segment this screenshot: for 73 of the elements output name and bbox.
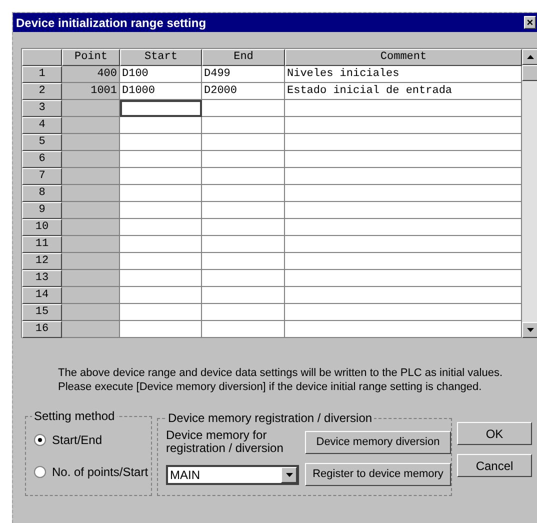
row-header: 3	[22, 100, 62, 117]
scroll-up-icon[interactable]	[522, 49, 537, 65]
notice-text: Please execute [Device memory diversion] if the device initial range setting is changed.	[58, 381, 482, 393]
table-cell	[62, 253, 120, 270]
table-cell	[62, 304, 120, 321]
table-cell[interactable]: D1000	[120, 83, 202, 100]
group-title: Setting method	[32, 409, 117, 423]
window-title: Device initialization range setting	[16, 14, 206, 32]
table-cell	[62, 168, 120, 185]
table-cell[interactable]	[120, 236, 202, 253]
field-label: Device memory for registration / diversion	[166, 429, 284, 455]
group-title: Device memory registration / diversion	[166, 411, 374, 425]
table-cell[interactable]	[120, 219, 202, 236]
table-cell[interactable]	[120, 134, 202, 151]
radio-option[interactable]: Start/End	[34, 431, 151, 449]
scrollbar[interactable]	[522, 49, 537, 338]
row-header: 5	[22, 134, 62, 151]
table-cell: 400	[62, 66, 120, 83]
row-header: 1	[22, 66, 62, 83]
row-header: 15	[22, 304, 62, 321]
row-header: 9	[22, 202, 62, 219]
row-header: 11	[22, 236, 62, 253]
table-cell	[62, 151, 120, 168]
row-header: 16	[22, 321, 62, 338]
table-cell[interactable]	[120, 117, 202, 134]
table-cell[interactable]	[120, 270, 202, 287]
row-header: 4	[22, 117, 62, 134]
memory-dropdown[interactable]: MAIN	[166, 465, 299, 485]
table-cell[interactable]	[120, 202, 202, 219]
row-header: 2	[22, 83, 62, 100]
row-header: 8	[22, 185, 62, 202]
table-cell[interactable]: D100	[120, 66, 202, 83]
table-cell: D2000	[202, 83, 285, 100]
table-cell[interactable]	[120, 185, 202, 202]
table-cell[interactable]	[120, 304, 202, 321]
column-header: Point	[62, 49, 120, 66]
table-cell	[62, 117, 120, 134]
radio-option[interactable]: No. of points/Start	[34, 463, 151, 481]
table-cell	[62, 270, 120, 287]
action-button[interactable]: Device memory diversion	[305, 431, 451, 454]
table-cell: 1001	[62, 83, 120, 100]
row-header: 7	[22, 168, 62, 185]
row-header: 6	[22, 151, 62, 168]
table-cell[interactable]	[120, 168, 202, 185]
table-cell: Niveles iniciales	[285, 66, 522, 83]
table-cell	[62, 185, 120, 202]
table-cell[interactable]	[120, 253, 202, 270]
row-header: 10	[22, 219, 62, 236]
table-cell[interactable]	[120, 151, 202, 168]
notice-text: The above device range and device data settings will be written to the PLC as initial values.	[58, 367, 503, 379]
dialog-button[interactable]: Cancel	[457, 454, 532, 477]
table-cell[interactable]	[120, 100, 202, 117]
row-header: 12	[22, 253, 62, 270]
table-cell	[62, 219, 120, 236]
table-cell: D499	[202, 66, 285, 83]
table-cell	[62, 236, 120, 253]
row-header: 14	[22, 287, 62, 304]
table-cell	[62, 134, 120, 151]
table-cell[interactable]	[120, 287, 202, 304]
table-cell[interactable]	[120, 321, 202, 338]
table-cell	[62, 202, 120, 219]
table-cell	[62, 287, 120, 304]
dialog-button[interactable]: OK	[457, 422, 532, 445]
table-cell	[62, 100, 120, 117]
action-button[interactable]: Register to device memory	[305, 463, 451, 486]
scroll-thumb[interactable]	[522, 65, 537, 81]
column-header: Start	[120, 49, 202, 66]
column-header: End	[202, 49, 285, 66]
table-cell: Estado inicial de entrada	[285, 83, 522, 100]
column-header: Comment	[285, 49, 522, 66]
scroll-down-icon[interactable]	[522, 322, 537, 338]
row-header: 13	[22, 270, 62, 287]
close-button[interactable]: ×	[524, 16, 536, 29]
